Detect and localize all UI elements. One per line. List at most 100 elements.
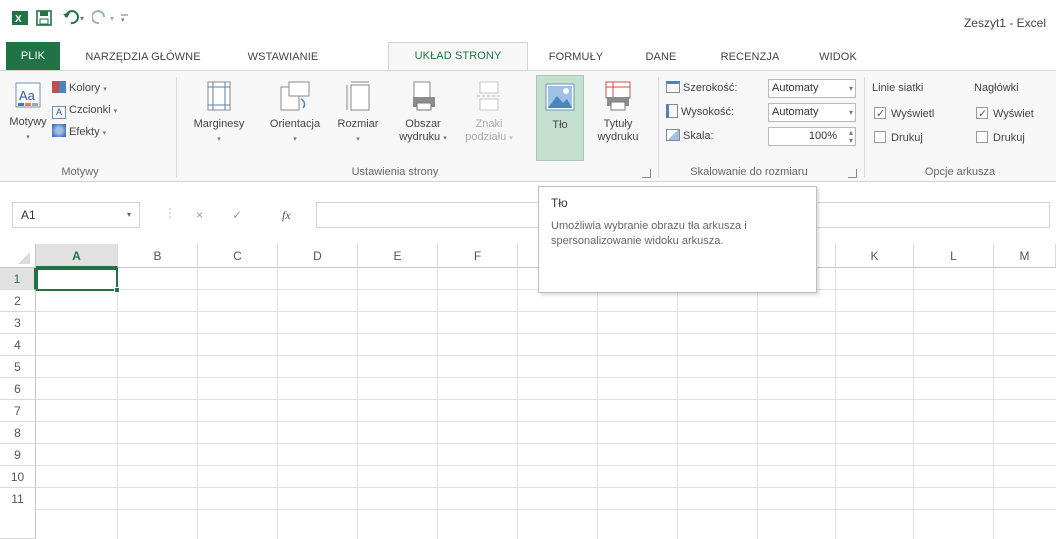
page-breaks-icon [460,81,518,115]
svg-text:Aa: Aa [19,88,36,103]
spin-icon[interactable]: ▴ ▾ [849,129,853,145]
tytuly-label-1: Tytuły [603,118,633,130]
column-header-k[interactable]: K [836,244,914,268]
row-header-6[interactable]: 6 [0,378,36,400]
cancel-icon[interactable]: × [196,208,203,222]
fonts-icon: A [52,106,66,119]
tab-recenzja[interactable]: RECENZJA [715,46,785,70]
row-header-5[interactable]: 5 [0,356,36,378]
dialog-launcher-icon[interactable] [642,169,651,178]
tab-uklad-strony[interactable]: UKŁAD STRONY [388,42,528,71]
tab-plik[interactable]: PLIK [6,42,60,70]
formula-bar-grip-icon[interactable]: ⋮ [164,206,176,220]
tab-dane[interactable]: DANE [641,46,681,70]
gridline [117,268,118,539]
motywy-button[interactable]: Aa Motywy ▾ [6,81,50,144]
column-header-e[interactable]: E [358,244,438,268]
gridline [36,443,1056,444]
column-header-c[interactable]: C [198,244,278,268]
wysokosc-select[interactable]: Automaty ▾ [768,103,856,122]
tytuly-wydruku-button[interactable]: Tytuły wydruku [588,81,648,144]
kolory-button[interactable]: Kolory ▾ [52,79,107,97]
linie-wyswietl-checkbox[interactable]: Wyświetl [874,105,934,123]
group-separator [864,77,865,177]
gridline [437,268,438,539]
checkbox-checked-icon[interactable] [874,105,886,123]
row-header-4[interactable]: 4 [0,334,36,356]
chevron-down-icon: ▾ [443,135,447,142]
szerokosc-row: Szerokość: [666,79,737,97]
svg-text:▾: ▾ [110,14,114,23]
gridline [36,421,1056,422]
orientacja-button[interactable]: Orientacja ▾ [258,81,332,146]
gridline [597,268,598,539]
tlo-label: Tło [552,119,568,131]
redo-icon[interactable]: ▾ [91,9,118,25]
tab-narzedzia-glowne[interactable]: NARZĘDZIA GŁÓWNE [80,46,206,70]
height-icon [666,104,678,118]
active-cell-a1[interactable] [36,268,120,293]
obszar-label-1: Obszar [405,118,441,130]
row-header-9[interactable]: 9 [0,444,36,466]
undo-icon[interactable]: ▾ [62,9,88,25]
obszar-wydruku-button[interactable]: Obszar wydruku ▾ [388,81,458,145]
svg-text:X: X [15,14,22,25]
tab-wstawianie[interactable]: WSTAWIANIE [238,46,328,70]
rozmiar-button[interactable]: Rozmiar ▾ [332,81,384,146]
insert-function-icon[interactable]: fx [282,208,291,223]
tab-formuly[interactable]: FORMUŁY [540,46,612,70]
column-header-f[interactable]: F [438,244,518,268]
name-box[interactable]: A1 ▾ [12,202,140,228]
szerokosc-select[interactable]: Automaty ▾ [768,79,856,98]
tlo-button[interactable]: Tło [536,75,584,161]
checkbox-icon[interactable] [874,131,886,143]
column-header-b[interactable]: B [118,244,198,268]
row-header-7[interactable]: 7 [0,400,36,422]
czcionki-button[interactable]: A Czcionki ▾ [52,101,117,119]
column-header-m[interactable]: M [994,244,1056,268]
tooltip-body: Umożliwia wybranie obrazu tła arkusza i … [551,220,747,247]
gridline [993,268,994,539]
row-header-8[interactable]: 8 [0,422,36,444]
gridline [835,268,836,539]
row-header-1[interactable]: 1 [0,268,36,290]
enter-icon[interactable]: ✓ [232,208,242,222]
naglowki-drukuj-checkbox[interactable]: Drukuj [976,129,1025,147]
fill-handle[interactable] [114,287,120,293]
select-all-corner[interactable] [0,244,36,268]
svg-text:▾: ▾ [80,14,84,23]
print-area-icon [388,81,458,115]
gridline [197,268,198,539]
gridline [36,487,1056,488]
save-icon[interactable] [36,10,52,26]
customize-toolbar-icon[interactable]: ▾ [120,9,130,25]
checkbox-icon[interactable] [976,131,988,143]
wysokosc-row: Wysokość: [666,103,734,121]
column-header-d[interactable]: D [278,244,358,268]
row-header-10[interactable]: 10 [0,466,36,488]
linie-drukuj-checkbox[interactable]: Drukuj [874,129,923,147]
formula-bar: A1 ▾ ⋮ × ✓ fx [0,196,1056,238]
linie-siatki-label: Linie siatki [872,82,924,94]
column-header-a[interactable]: A [36,244,118,268]
row-header-3[interactable]: 3 [0,312,36,334]
checkbox-checked-icon[interactable] [976,105,988,123]
dialog-launcher-icon[interactable] [848,169,857,178]
group-label-opcje-arkusza: Opcje arkusza [924,166,996,178]
skala-input[interactable]: 100% ▴ ▾ [768,127,856,146]
znaki-podzialu-button[interactable]: Znaki podziału ▾ [460,81,518,145]
chevron-down-icon: ▾ [356,136,360,143]
naglowki-wyswietl-checkbox[interactable]: Wyświet [976,105,1034,123]
marginesy-button[interactable]: Marginesy ▾ [184,81,254,146]
window-title: Zeszyt1 - Excel [963,16,1046,30]
column-header-l[interactable]: L [914,244,994,268]
spreadsheet-grid[interactable]: A B C D E F G H I J K L M 1 2 3 4 5 6 7 … [0,244,1056,539]
efekty-button[interactable]: Efekty ▾ [52,123,106,141]
chevron-down-icon[interactable]: ▾ [127,203,131,227]
tab-widok[interactable]: WIDOK [813,46,863,70]
gridline [913,268,914,539]
row-header-11[interactable]: 11 [0,488,36,539]
chevron-down-icon: ▾ [26,134,30,141]
skala-row: Skala: [666,127,714,145]
row-header-2[interactable]: 2 [0,290,36,312]
